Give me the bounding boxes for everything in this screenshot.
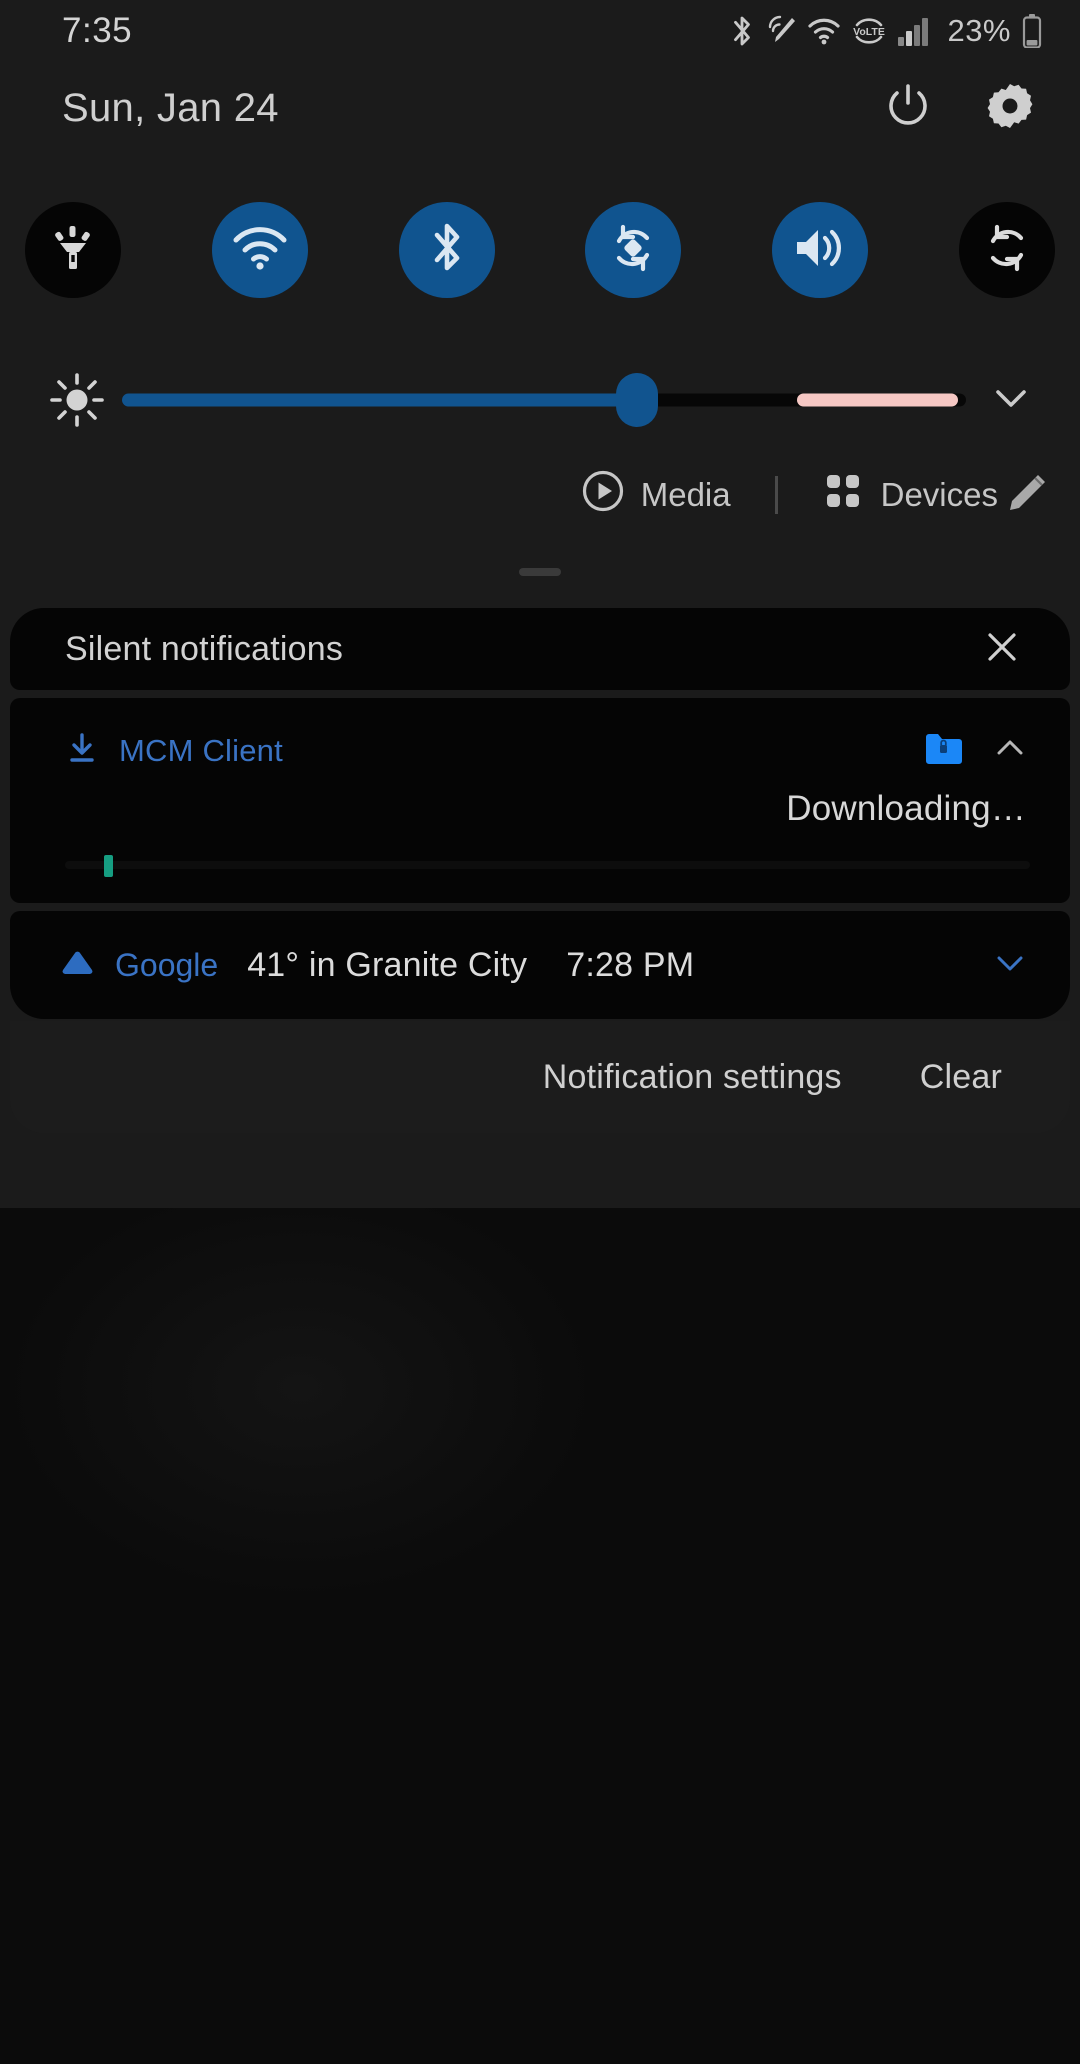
expand-notification-button[interactable] <box>990 943 1030 988</box>
expand-quick-settings-button[interactable] <box>980 369 1042 431</box>
wallpaper-backdrop <box>0 1208 1080 2064</box>
silent-notifications-title: Silent notifications <box>65 629 344 668</box>
tile-flashlight[interactable] <box>25 202 121 298</box>
notification-body-text: Downloading… <box>786 789 1026 828</box>
settings-button[interactable] <box>982 80 1038 136</box>
brightness-pink-segment <box>797 393 958 407</box>
tile-wifi[interactable] <box>211 202 308 298</box>
notification-footer: Notification settings Clear <box>10 1021 1070 1133</box>
devices-label: Devices <box>880 476 998 513</box>
spen-icon <box>766 14 796 48</box>
power-button[interactable] <box>880 80 936 136</box>
tile-auto-rotate[interactable] <box>585 202 682 298</box>
secure-folder-icon[interactable] <box>924 731 962 770</box>
notification-stack: Silent notifications MCM Client Download… <box>10 608 1070 1133</box>
wifi-icon <box>807 16 841 46</box>
battery-icon <box>1022 14 1042 48</box>
flashlight-icon <box>48 223 98 278</box>
sync-icon <box>981 222 1033 279</box>
status-bar-clock: 7:35 <box>62 11 133 50</box>
media-devices-divider <box>774 476 778 514</box>
chevron-down-icon <box>988 375 1034 426</box>
clear-notifications-button[interactable]: Clear <box>920 1058 1002 1097</box>
svg-text:VoLTE: VoLTE <box>854 26 886 38</box>
download-progress-bar <box>65 855 1030 877</box>
download-arrow-icon <box>65 731 99 770</box>
edit-tiles-button[interactable] <box>1002 469 1050 522</box>
devices-button[interactable]: Devices <box>822 470 998 520</box>
tile-sync[interactable] <box>958 202 1055 298</box>
tile-bluetooth[interactable] <box>398 202 495 298</box>
brightness-row <box>0 355 1080 445</box>
notification-app-name: Google <box>115 946 219 983</box>
weather-summary-label: 41° in Granite City <box>247 945 528 984</box>
media-label: Media <box>640 476 731 513</box>
date-label: Sun, Jan 24 <box>62 85 279 130</box>
battery-percent-label: 23% <box>947 13 1011 48</box>
wifi-icon <box>232 224 288 277</box>
header-actions <box>880 80 1038 136</box>
status-bar-icons: VoLTE 23% <box>729 13 1042 49</box>
bluetooth-icon <box>425 220 469 281</box>
notification-content-row: Google 41° in Granite City 7:28 PM <box>60 946 694 985</box>
auto-rotate-icon <box>607 222 659 279</box>
cellular-signal-icon <box>897 15 931 47</box>
notification-app-name: MCM Client <box>119 732 283 768</box>
bluetooth-icon <box>729 13 755 49</box>
shade-drag-handle[interactable] <box>519 568 561 576</box>
devices-grid-icon <box>822 470 864 520</box>
chevron-down-icon <box>990 956 1030 987</box>
brightness-slider[interactable] <box>122 365 966 435</box>
quick-settings-header: Sun, Jan 24 <box>0 62 1080 154</box>
volte-icon: VoLTE <box>852 14 886 48</box>
close-x-icon <box>982 627 1022 672</box>
notification-settings-button[interactable]: Notification settings <box>543 1058 842 1097</box>
brightness-thumb[interactable] <box>615 373 658 427</box>
notification-header-row: MCM Client <box>65 728 1030 773</box>
notification-divider <box>10 690 1070 698</box>
tile-sound[interactable] <box>772 202 869 298</box>
notification-header-actions <box>924 728 1030 773</box>
google-cloud-icon <box>60 948 98 983</box>
notification-google-weather[interactable]: Google 41° in Granite City 7:28 PM <box>10 911 1070 1019</box>
close-silent-notifications-button[interactable] <box>974 621 1030 677</box>
notification-app-info: MCM Client <box>65 731 283 770</box>
status-bar: 7:35 VoLTE 23% <box>0 0 1080 62</box>
collapse-notification-button[interactable] <box>990 728 1030 773</box>
play-circle-icon <box>582 470 624 520</box>
notification-mcm-client[interactable]: MCM Client Downloading… <box>10 698 1070 903</box>
pencil-edit-icon <box>1002 469 1050 522</box>
media-button[interactable]: Media <box>582 470 731 520</box>
notification-divider <box>10 903 1070 911</box>
quick-settings-tiles <box>0 190 1080 310</box>
volume-icon <box>793 224 847 277</box>
media-devices-row: Media Devices <box>0 460 1080 530</box>
brightness-sun-icon <box>42 365 112 435</box>
power-icon <box>883 81 933 136</box>
gear-icon <box>984 80 1036 137</box>
weather-time-label: 7:28 PM <box>566 945 695 984</box>
brightness-fill <box>122 393 637 407</box>
silent-notifications-header: Silent notifications <box>10 608 1070 690</box>
download-progress-fill <box>103 855 113 877</box>
